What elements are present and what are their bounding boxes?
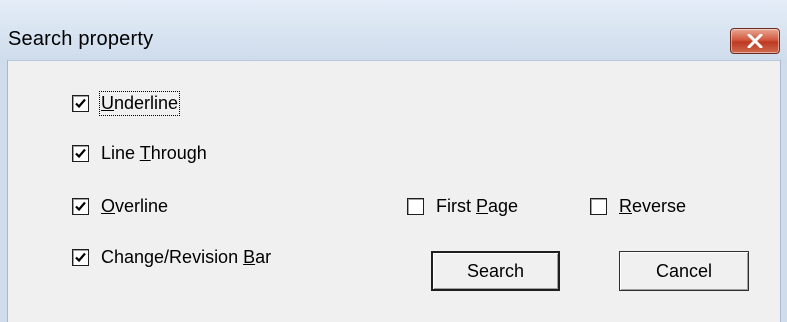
checkmark-icon [75, 148, 86, 158]
line-through-label: Line Through [101, 142, 207, 163]
underline-label: Underline [98, 90, 181, 116]
underline-option[interactable]: Underline [72, 90, 181, 116]
title-bar[interactable]: Search property [0, 0, 787, 61]
cancel-button[interactable]: Cancel [619, 251, 749, 291]
change-revision-bar-checkbox[interactable] [72, 248, 89, 266]
overline-option[interactable]: Overline [72, 195, 168, 217]
window-frame-right [780, 60, 787, 322]
search-property-dialog: Search property Underline Line Through O… [0, 0, 787, 322]
first-page-option[interactable]: First Page [407, 195, 518, 217]
close-button[interactable] [730, 28, 780, 54]
checkmark-icon [75, 201, 86, 211]
reverse-option[interactable]: Reverse [590, 195, 686, 217]
first-page-checkbox[interactable] [407, 197, 424, 215]
close-icon [747, 34, 763, 48]
reverse-label: Reverse [619, 195, 687, 216]
change-revision-bar-option[interactable]: Change/Revision Bar [72, 246, 271, 268]
dialog-title: Search property [8, 28, 154, 50]
search-button[interactable]: Search [431, 251, 560, 291]
dialog-content: Underline Line Through Overline Change/R… [8, 61, 780, 322]
checkmark-icon [75, 252, 86, 262]
checkmark-icon [75, 98, 86, 108]
reverse-checkbox[interactable] [590, 197, 607, 215]
overline-label: Overline [101, 195, 169, 216]
line-through-option[interactable]: Line Through [72, 142, 207, 164]
line-through-checkbox[interactable] [72, 144, 89, 162]
underline-checkbox[interactable] [72, 94, 89, 112]
window-frame-left [0, 60, 8, 322]
first-page-label: First Page [436, 195, 519, 216]
change-revision-bar-label: Change/Revision Bar [101, 246, 272, 267]
overline-checkbox[interactable] [72, 197, 89, 215]
